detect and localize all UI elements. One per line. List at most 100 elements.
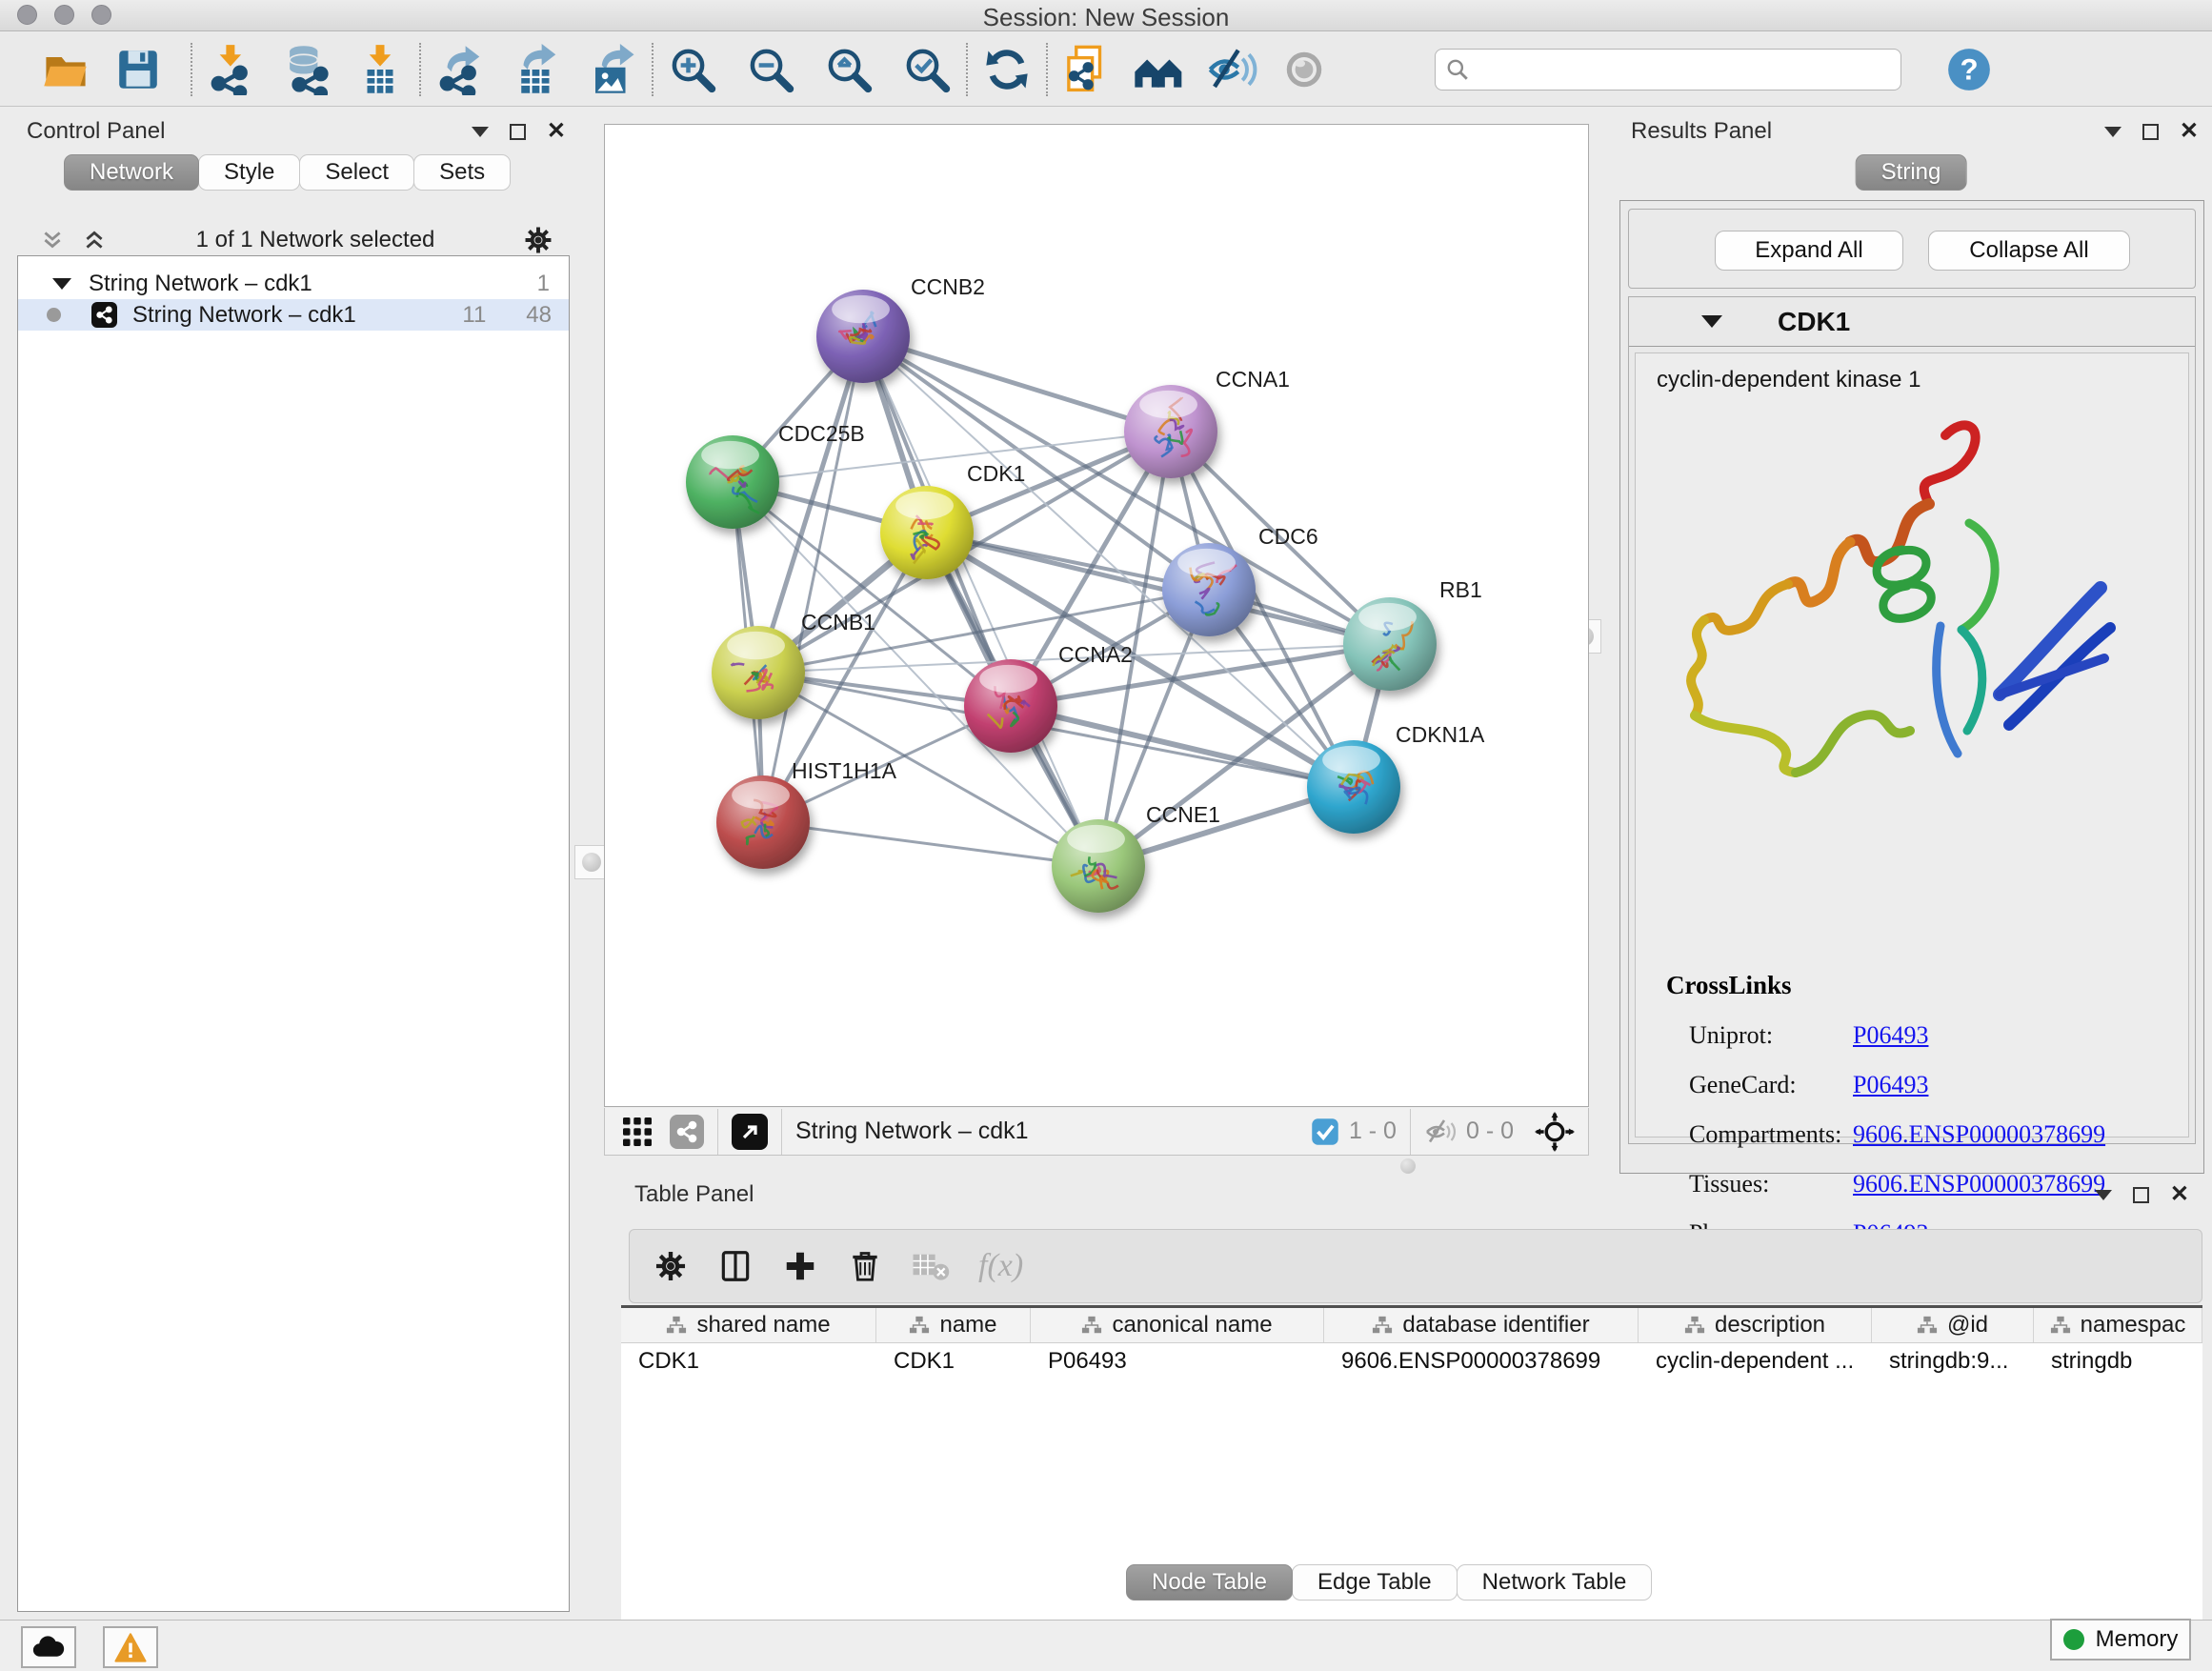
- delete-column-icon[interactable]: [847, 1248, 883, 1284]
- node-CDKN1A[interactable]: CDKN1A: [1307, 722, 1485, 834]
- table-type-tabs: Node TableEdge TableNetwork Table: [1127, 1564, 1652, 1601]
- edge-CCNE1-HIST1H1A[interactable]: [763, 822, 1098, 866]
- table-cell[interactable]: P06493: [1031, 1343, 1324, 1379]
- tab-network[interactable]: Network: [64, 154, 199, 191]
- network-graph[interactable]: CCNB2CCNA1CDC25BCDK1CDC6RB1CCNB1CCNA2CDK…: [605, 125, 1588, 1106]
- gene-expander-icon[interactable]: [1701, 315, 1722, 328]
- tab-node-table[interactable]: Node Table: [1126, 1564, 1293, 1601]
- network-selection-row: 1 of 1 Network selected: [17, 223, 570, 257]
- table-cell[interactable]: 9606.ENSP00000378699: [1324, 1343, 1639, 1379]
- help-icon[interactable]: ?: [1941, 42, 1997, 97]
- zoom-selected-icon[interactable]: [899, 42, 955, 97]
- save-session-icon[interactable]: [111, 42, 166, 97]
- detach-view-icon[interactable]: [732, 1114, 768, 1150]
- table-cell[interactable]: cyclin-dependent ...: [1639, 1343, 1872, 1379]
- column-header-@id[interactable]: @id: [1872, 1308, 2034, 1342]
- tab-select[interactable]: Select: [299, 154, 414, 191]
- export-image-icon[interactable]: [585, 42, 640, 97]
- results-panel-menu-arrow-icon[interactable]: [2104, 127, 2122, 137]
- edge-CCNE1-CCNB2[interactable]: [863, 336, 1098, 866]
- table-panel-float-icon[interactable]: [2133, 1187, 2149, 1203]
- gene-header-row[interactable]: CDK1: [1629, 297, 2195, 347]
- table-options-gear-icon[interactable]: [653, 1248, 689, 1284]
- column-header-namespac[interactable]: namespac: [2034, 1308, 2202, 1342]
- cloud-status-button[interactable]: [21, 1626, 76, 1668]
- table-cell[interactable]: CDK1: [876, 1343, 1031, 1379]
- tab-sets[interactable]: Sets: [413, 154, 511, 191]
- node-RB1[interactable]: RB1: [1343, 577, 1482, 691]
- edge-CCNB2-CCNA1[interactable]: [863, 336, 1171, 432]
- table-panel-menu-arrow-icon[interactable]: [2095, 1190, 2112, 1200]
- node-table[interactable]: shared namenamecanonical namedatabase id…: [621, 1308, 2202, 1671]
- table-cell[interactable]: CDK1: [621, 1343, 876, 1379]
- network-row-selected[interactable]: String Network – cdk1 11 48: [18, 299, 569, 331]
- show-columns-icon[interactable]: [717, 1248, 754, 1284]
- control-panel-menu-arrow-icon[interactable]: [472, 127, 489, 137]
- crosslink-link[interactable]: 9606.ENSP00000378699: [1853, 1120, 2105, 1149]
- column-header-canonical-name[interactable]: canonical name: [1031, 1308, 1324, 1342]
- network-options-gear-icon[interactable]: [522, 224, 554, 256]
- network-collection-row[interactable]: String Network – cdk1 1: [18, 268, 569, 299]
- search-input[interactable]: [1470, 56, 1880, 83]
- control-panel-float-icon[interactable]: [510, 124, 526, 140]
- birds-eye-crosshair-icon[interactable]: [1535, 1112, 1575, 1152]
- export-network-icon[interactable]: [432, 42, 488, 97]
- node-label-RB1: RB1: [1439, 577, 1482, 602]
- node-CDK1[interactable]: CDK1: [880, 461, 1025, 579]
- toolbar-search-box[interactable]: [1435, 49, 1901, 91]
- string-home-icon[interactable]: [1132, 42, 1187, 97]
- collapse-all-icon[interactable]: [38, 228, 67, 252]
- crosslink-link[interactable]: P06493: [1853, 1021, 1928, 1050]
- warning-status-button[interactable]: [103, 1626, 158, 1668]
- network-canvas[interactable]: CCNB2CCNA1CDC25BCDK1CDC6RB1CCNB1CCNA2CDK…: [604, 124, 1589, 1107]
- tab-network-table[interactable]: Network Table: [1457, 1564, 1653, 1601]
- edge-CCNB2-HIST1H1A[interactable]: [763, 336, 863, 822]
- import-network-from-file-icon[interactable]: [204, 42, 259, 97]
- search-icon: [1445, 57, 1470, 82]
- clone-network-icon[interactable]: [1059, 42, 1115, 97]
- node-CCNA1[interactable]: CCNA1: [1124, 367, 1290, 478]
- crosslink-link[interactable]: P06493: [1853, 1071, 1928, 1099]
- export-table-icon[interactable]: [509, 42, 564, 97]
- zoom-in-icon[interactable]: [665, 42, 720, 97]
- import-network-from-database-icon[interactable]: [278, 42, 333, 97]
- add-column-icon[interactable]: [782, 1248, 818, 1284]
- expand-all-icon[interactable]: [80, 228, 109, 252]
- table-cell[interactable]: stringdb: [2034, 1343, 2202, 1379]
- selected-checkbox-icon[interactable]: [1311, 1117, 1339, 1146]
- results-panel-float-icon[interactable]: [2142, 124, 2159, 140]
- status-bar: Memory: [0, 1620, 2212, 1671]
- node-HIST1H1A[interactable]: HIST1H1A: [716, 758, 897, 869]
- results-panel-close-icon[interactable]: ✕: [2180, 120, 2199, 143]
- edge-CDK1-RB1[interactable]: [927, 533, 1390, 644]
- column-header-description[interactable]: description: [1639, 1308, 1872, 1342]
- tab-style[interactable]: Style: [198, 154, 300, 191]
- open-session-icon[interactable]: [38, 42, 93, 97]
- apply-layout-refresh-icon[interactable]: [979, 42, 1035, 97]
- table-row[interactable]: CDK1CDK1P064939606.ENSP00000378699cyclin…: [621, 1343, 2202, 1379]
- hide-glass-panel-eye-icon[interactable]: [1204, 42, 1259, 97]
- collapse-all-button[interactable]: Collapse All: [1928, 231, 2130, 271]
- zoom-out-icon[interactable]: [743, 42, 798, 97]
- tab-string[interactable]: String: [1856, 154, 1967, 191]
- column-header-name[interactable]: name: [876, 1308, 1031, 1342]
- column-header-database-identifier[interactable]: database identifier: [1324, 1308, 1639, 1342]
- node-CDC25B[interactable]: CDC25B: [686, 421, 865, 529]
- zoom-fit-content-icon[interactable]: [821, 42, 876, 97]
- control-panel-close-icon[interactable]: ✕: [547, 120, 566, 143]
- collection-expander-icon[interactable]: [52, 278, 71, 290]
- import-table-from-file-icon[interactable]: [352, 42, 408, 97]
- results-panel-title: Results Panel: [1631, 118, 1772, 145]
- show-grid-icon[interactable]: [620, 1115, 654, 1149]
- svg-text:?: ?: [1960, 52, 1978, 86]
- tab-edge-table[interactable]: Edge Table: [1292, 1564, 1458, 1601]
- selected-node-edge-counts: 1 - 0: [1349, 1117, 1397, 1145]
- expand-all-button[interactable]: Expand All: [1715, 231, 1903, 271]
- string-style-toggle-icon[interactable]: [670, 1115, 704, 1149]
- table-panel-close-icon[interactable]: ✕: [2170, 1183, 2189, 1206]
- node-label-CDC6: CDC6: [1258, 524, 1318, 549]
- table-cell[interactable]: stringdb:9...: [1872, 1343, 2034, 1379]
- memory-button[interactable]: Memory: [2050, 1619, 2191, 1661]
- show-glass-panel-eye-icon[interactable]: [1277, 42, 1332, 97]
- column-header-shared-name[interactable]: shared name: [621, 1308, 876, 1342]
